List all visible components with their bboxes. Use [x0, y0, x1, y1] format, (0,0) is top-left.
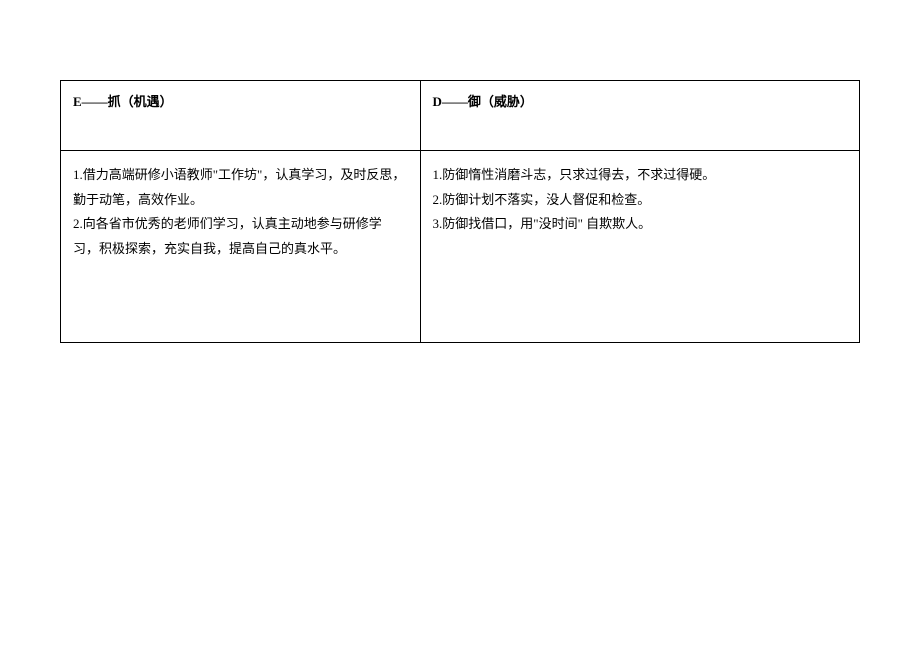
- header-cell-threats: D——御（威胁）: [420, 81, 859, 151]
- threat-item-2: 2.防御计划不落实，没人督促和检查。: [433, 188, 847, 213]
- document-table-wrapper: E——抓（机遇） D——御（威胁） 1.借力高端研修小语教师"工作坊"，认真学习…: [60, 80, 860, 343]
- content-cell-opportunities: 1.借力高端研修小语教师"工作坊"，认真学习，及时反思，勤于动笔，高效作业。 2…: [61, 151, 421, 343]
- swot-table: E——抓（机遇） D——御（威胁） 1.借力高端研修小语教师"工作坊"，认真学习…: [60, 80, 860, 343]
- header-left-text: E——抓（机遇）: [73, 94, 173, 109]
- opportunity-item-2: 2.向各省市优秀的老师们学习，认真主动地参与研修学习，积极探索，充实自我，提高自…: [73, 212, 408, 261]
- content-cell-threats: 1.防御惰性消磨斗志，只求过得去，不求过得硬。 2.防御计划不落实，没人督促和检…: [420, 151, 859, 343]
- table-content-row: 1.借力高端研修小语教师"工作坊"，认真学习，及时反思，勤于动笔，高效作业。 2…: [61, 151, 860, 343]
- header-right-text: D——御（威胁）: [433, 94, 533, 109]
- threat-item-1: 1.防御惰性消磨斗志，只求过得去，不求过得硬。: [433, 163, 847, 188]
- header-cell-opportunities: E——抓（机遇）: [61, 81, 421, 151]
- table-header-row: E——抓（机遇） D——御（威胁）: [61, 81, 860, 151]
- opportunity-item-1: 1.借力高端研修小语教师"工作坊"，认真学习，及时反思，勤于动笔，高效作业。: [73, 163, 408, 212]
- threat-item-3: 3.防御找借口，用"没时间" 自欺欺人。: [433, 212, 847, 237]
